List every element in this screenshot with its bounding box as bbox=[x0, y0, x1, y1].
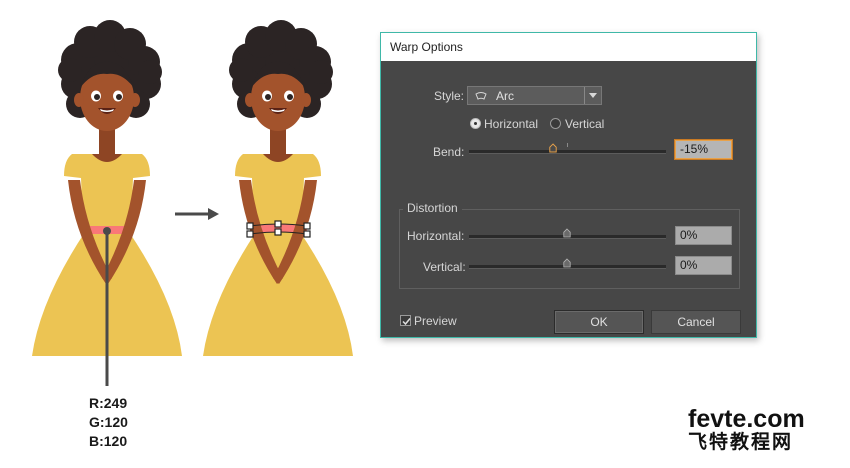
cancel-button[interactable]: Cancel bbox=[651, 310, 741, 334]
radio-vertical-label[interactable]: Vertical bbox=[565, 117, 604, 131]
color-readout: R:249 G:120 B:120 bbox=[89, 394, 128, 451]
distortion-vertical-label: Vertical: bbox=[423, 260, 466, 274]
radio-horizontal-label[interactable]: Horizontal bbox=[484, 117, 538, 131]
bend-label: Bend: bbox=[433, 145, 465, 159]
bend-slider-track[interactable] bbox=[469, 150, 666, 154]
radio-vertical[interactable] bbox=[550, 118, 561, 129]
radio-horizontal[interactable] bbox=[470, 118, 481, 129]
preview-checkbox[interactable] bbox=[400, 315, 411, 326]
bend-slider-thumb[interactable] bbox=[549, 143, 557, 153]
dialog-content: Style: Arc Horizontal Vertical Bend: -15… bbox=[381, 61, 756, 337]
watermark-domain: fevte.com bbox=[688, 405, 805, 433]
chevron-down-icon bbox=[589, 93, 597, 98]
distortion-vertical-field[interactable]: 0% bbox=[675, 256, 732, 275]
watermark-site-name: 飞特教程网 bbox=[688, 432, 794, 453]
style-label: Style: bbox=[434, 89, 465, 103]
girl-original bbox=[32, 20, 182, 386]
green-value: G:120 bbox=[89, 414, 128, 430]
dialog-title: Warp Options bbox=[381, 33, 756, 61]
distortion-group-label: Distortion bbox=[403, 201, 462, 215]
watermark: fevte.com 飞特教程网 bbox=[688, 406, 805, 454]
distortion-group bbox=[399, 209, 740, 289]
distortion-horizontal-label: Horizontal: bbox=[407, 229, 465, 243]
distortion-horizontal-thumb[interactable] bbox=[563, 228, 571, 238]
style-value: Arc bbox=[496, 89, 514, 103]
distortion-horizontal-field[interactable]: 0% bbox=[675, 226, 732, 245]
checkmark-icon bbox=[402, 318, 411, 326]
ok-button[interactable]: OK bbox=[554, 310, 644, 334]
style-select[interactable]: Arc bbox=[467, 86, 602, 105]
girl-warped bbox=[203, 20, 353, 356]
bend-center-tick bbox=[567, 143, 568, 147]
bend-field[interactable]: -15% bbox=[674, 139, 733, 160]
preview-label[interactable]: Preview bbox=[414, 314, 457, 328]
arc-warp-icon bbox=[475, 92, 487, 100]
warp-options-dialog: Warp Options Style: Arc Horizontal Verti… bbox=[380, 32, 757, 338]
red-value: R:249 bbox=[89, 395, 128, 411]
distortion-vertical-thumb[interactable] bbox=[563, 258, 571, 268]
blue-value: B:120 bbox=[89, 433, 128, 449]
transform-arrow-icon bbox=[175, 208, 219, 220]
